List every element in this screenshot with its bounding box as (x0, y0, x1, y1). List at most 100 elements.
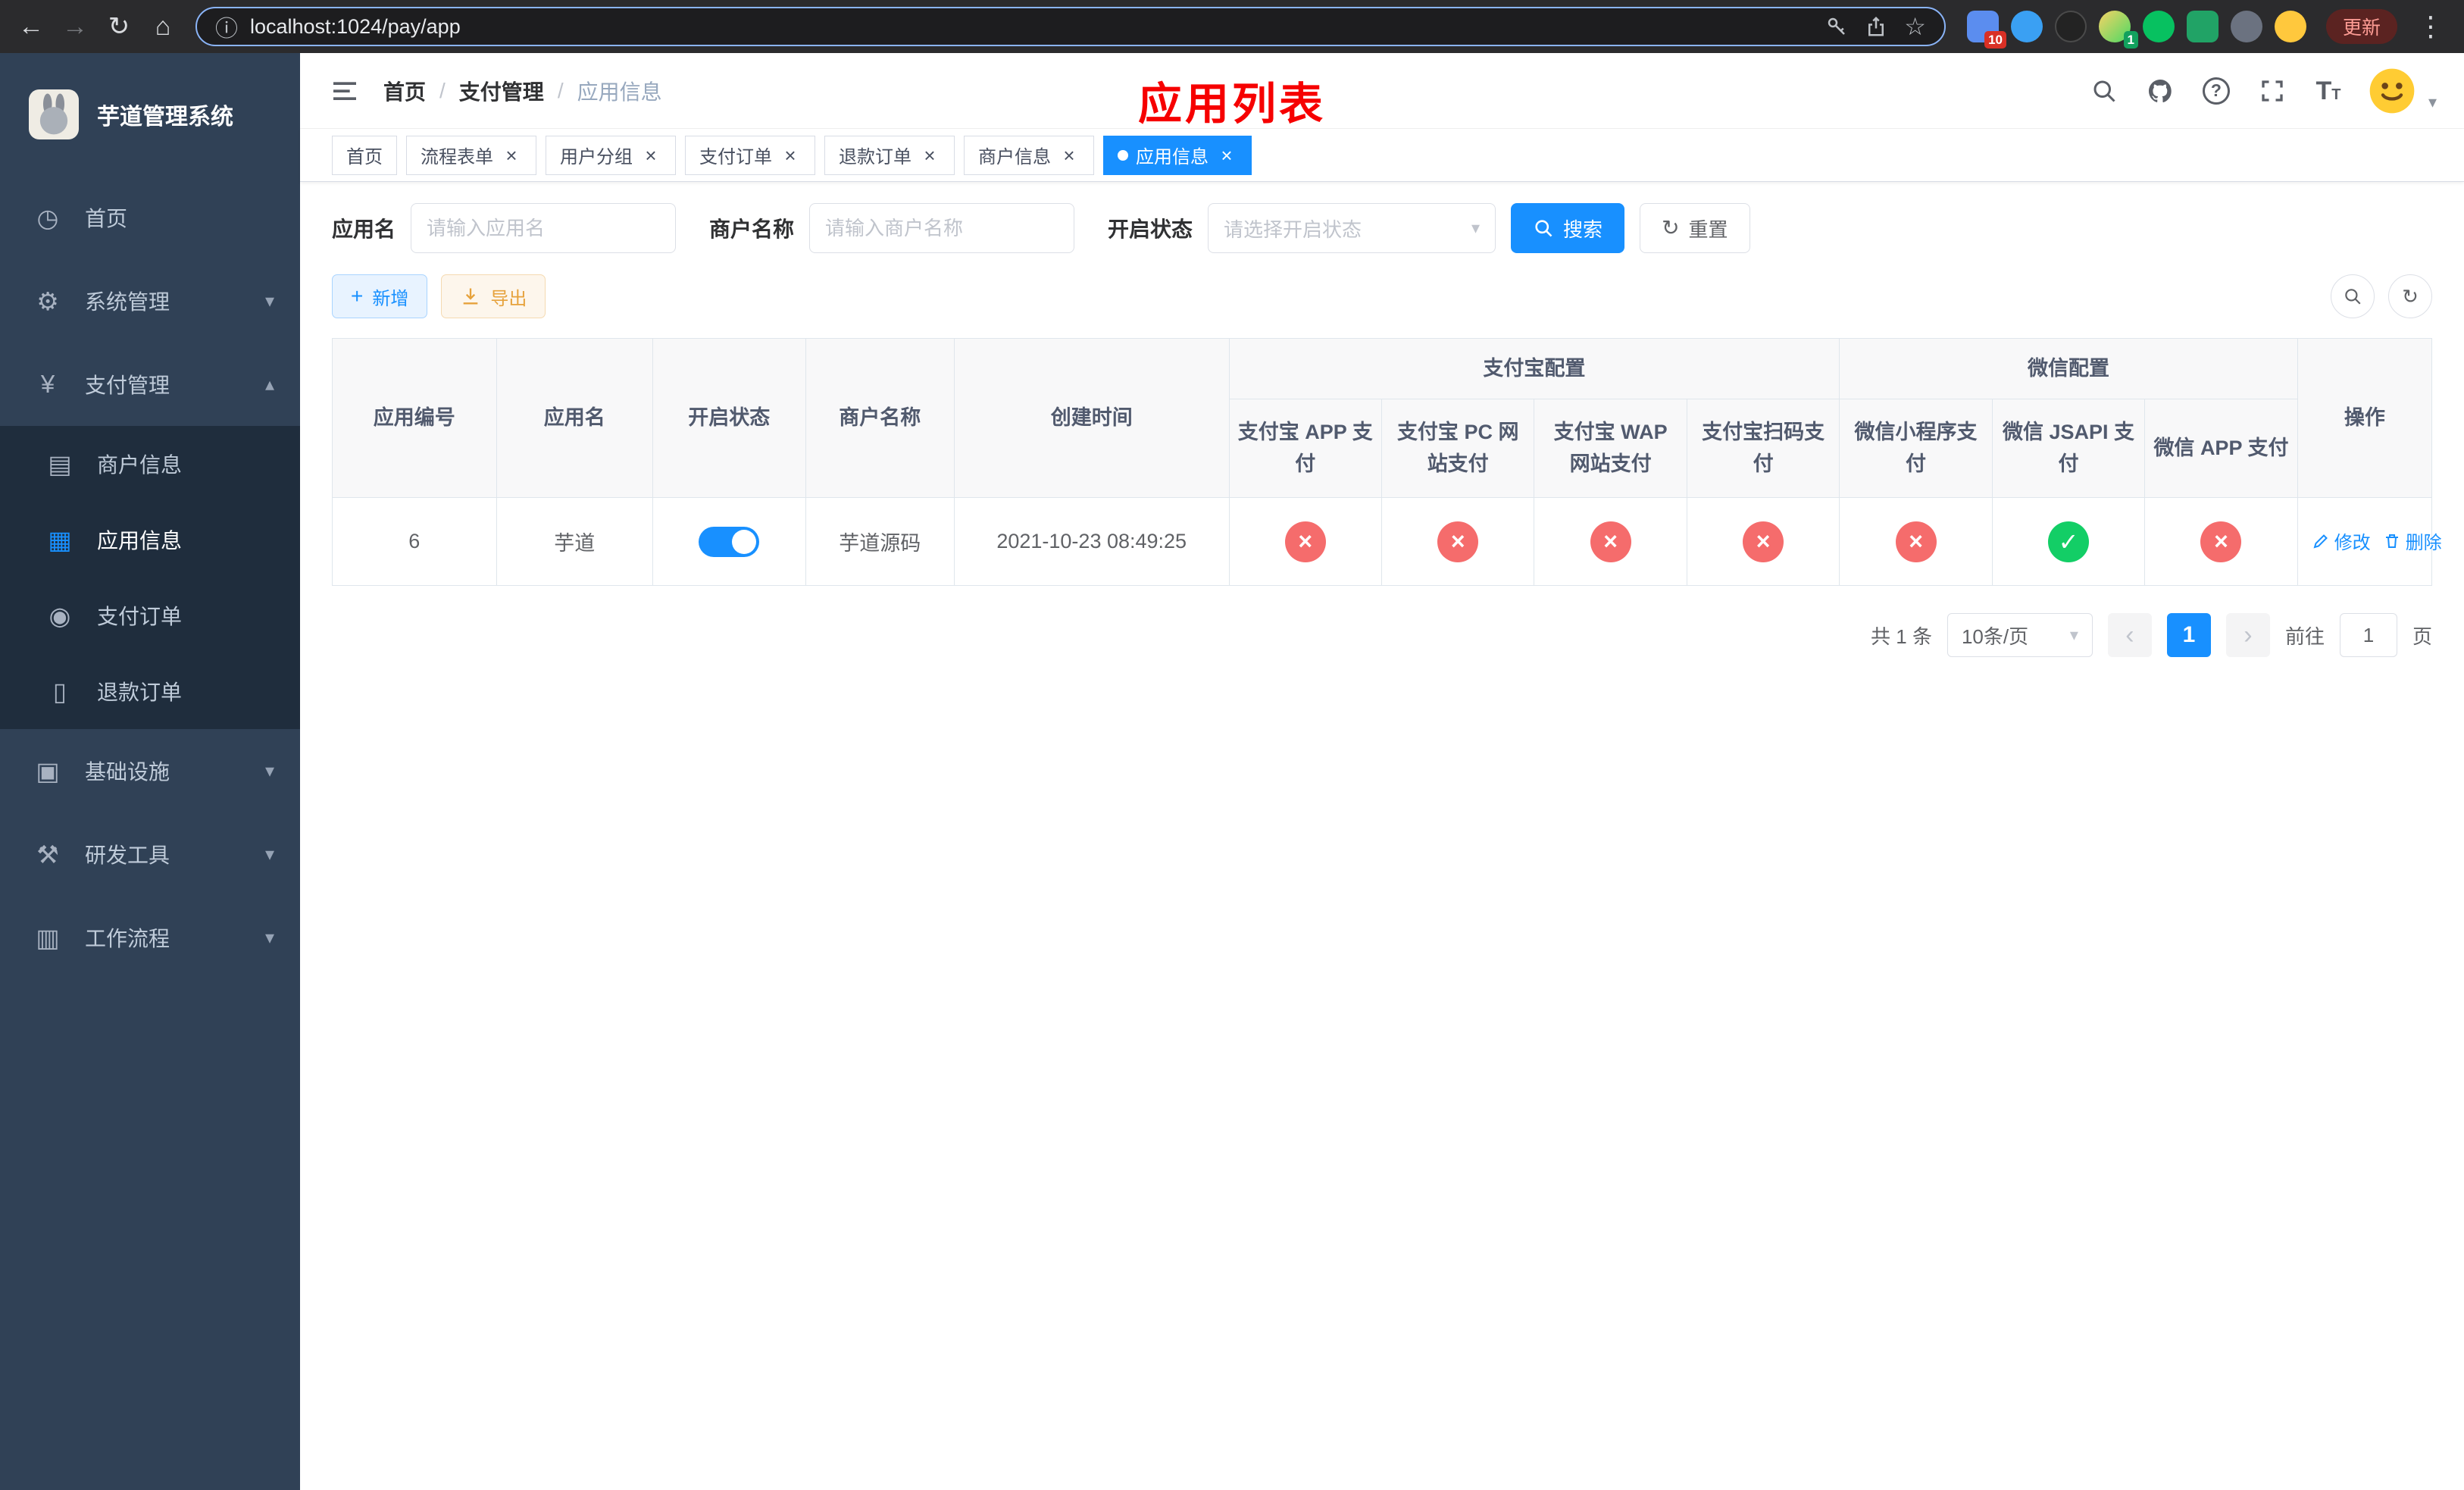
breadcrumb: 首页 / 支付管理 / 应用信息 (383, 76, 662, 106)
sidebar-subitem-merchant-info[interactable]: ▤ 商户信息 (0, 426, 300, 502)
extension-icon[interactable] (2010, 11, 2043, 42)
extension-icon[interactable] (2186, 11, 2219, 42)
extension-icon[interactable]: 10 (1966, 11, 2006, 49)
home-icon[interactable]: ⌂ (142, 6, 183, 47)
yen-icon: ¥ (40, 370, 55, 398)
logo-avatar (29, 89, 79, 139)
avatar[interactable] (2368, 67, 2416, 115)
tab-home[interactable]: 首页 (332, 135, 397, 175)
help-icon[interactable]: ? (2200, 74, 2233, 108)
tab-refund-order[interactable]: 退款订单 × (824, 135, 955, 175)
close-icon[interactable]: × (1216, 145, 1237, 166)
close-icon[interactable]: × (640, 145, 661, 166)
cell-created: 2021-10-23 08:49:25 (953, 497, 1230, 586)
extension-icon[interactable] (2142, 11, 2175, 42)
toggle-search-button[interactable] (2331, 274, 2375, 318)
tab-pay-order[interactable]: 支付订单 × (685, 135, 815, 175)
sidebar-subitem-refund-order[interactable]: ▯ 退款订单 (0, 653, 300, 729)
site-info-icon[interactable]: ⓘ (215, 10, 238, 43)
page-1-button[interactable]: 1 (2166, 613, 2211, 657)
hamburger-icon[interactable] (327, 74, 362, 108)
share-icon[interactable] (1865, 15, 1887, 38)
merchant-name-input[interactable] (809, 203, 1075, 253)
forward-icon[interactable]: → (55, 6, 95, 47)
browser-update-button[interactable]: 更新 (2325, 9, 2397, 44)
refresh-table-button[interactable]: ↻ (2388, 274, 2432, 318)
merchant-name-label: 商户名称 (709, 218, 795, 241)
reload-icon[interactable]: ↻ (98, 6, 139, 47)
prev-page-button[interactable]: ‹ (2107, 613, 2152, 657)
fullscreen-icon[interactable] (2256, 74, 2289, 108)
sidebar-item-home[interactable]: ◷ 首页 (0, 176, 300, 259)
reset-button[interactable]: ↻ 重置 (1640, 203, 1750, 253)
col-header-wechat-mini: 微信小程序支付 (1839, 399, 1993, 498)
breadcrumb-home[interactable]: 首页 (383, 76, 426, 106)
col-header-created: 创建时间 (953, 338, 1230, 498)
breadcrumb-payment[interactable]: 支付管理 (459, 76, 544, 106)
sidebar-item-system-management[interactable]: ⚙ 系统管理 ▾ (0, 259, 300, 343)
delete-link[interactable]: 删除 (2383, 527, 2442, 554)
col-header-alipay-qr: 支付宝扫码支付 (1686, 399, 1840, 498)
app-table: 应用编号 应用名 开启状态 商户名称 创建时间 支付宝配置 微信配置 操作 支付… (332, 338, 2442, 586)
chevron-down-icon: ▾ (264, 844, 274, 865)
workflow-icon: ▥ (36, 923, 60, 952)
chevron-up-icon: ▴ (264, 374, 274, 395)
sidebar-subitem-pay-order[interactable]: ◉ 支付订单 (0, 578, 300, 653)
tab-merchant-info[interactable]: 商户信息 × (964, 135, 1094, 175)
close-icon[interactable]: × (1058, 145, 1080, 166)
browser-menu-icon[interactable]: ⋮ (2408, 11, 2453, 42)
goto-label: 前往 (2284, 624, 2325, 648)
alipay-qr-status-icon (1743, 521, 1784, 562)
status-select[interactable]: 请选择开启状态 ▾ (1208, 203, 1496, 253)
search-icon[interactable] (2087, 74, 2121, 108)
breadcrumb-current: 应用信息 (577, 80, 662, 104)
close-icon[interactable]: × (919, 145, 940, 166)
alipay-wap-status-icon (1590, 521, 1631, 562)
close-icon[interactable]: × (501, 145, 522, 166)
col-header-app-id: 应用编号 (332, 338, 497, 498)
app-name-input[interactable] (411, 203, 677, 253)
sidebar-item-payment-management[interactable]: ¥ 支付管理 ▴ (0, 343, 300, 426)
page-size-select[interactable]: 10条/页 ▾ (1946, 613, 2093, 657)
tab-user-group[interactable]: 用户分组 × (546, 135, 676, 175)
group-header-alipay: 支付宝配置 (1228, 338, 1840, 399)
github-icon[interactable] (2143, 74, 2177, 108)
sidebar: 芋道管理系统 ◷ 首页 ⚙ 系统管理 ▾ ¥ 支付管理 ▴ ▤ 商户信息 ▦ 应… (0, 53, 300, 1490)
devtools-icon: ⚒ (36, 840, 59, 869)
sidebar-item-infrastructure[interactable]: ▣ 基础设施 ▾ (0, 729, 300, 812)
extension-badge: 1 (2123, 31, 2138, 49)
font-size-icon[interactable]: TT (2312, 74, 2345, 108)
top-navbar: 首页 / 支付管理 / 应用信息 ? TT ▾ (300, 53, 2464, 129)
sidebar-logo[interactable]: 芋道管理系统 (0, 53, 300, 176)
cell-app-id: 6 (332, 497, 497, 586)
close-icon[interactable]: × (780, 145, 801, 166)
extension-icon[interactable] (2230, 11, 2262, 42)
extension-icon[interactable]: 1 (2098, 11, 2138, 49)
sidebar-subitem-app-info[interactable]: ▦ 应用信息 (0, 502, 300, 578)
extension-icon[interactable] (2274, 11, 2306, 42)
sidebar-item-workflow[interactable]: ▥ 工作流程 ▾ (0, 896, 300, 979)
status-toggle[interactable] (699, 526, 760, 557)
edit-link[interactable]: 修改 (2312, 527, 2371, 554)
tab-app-info[interactable]: 应用信息 × (1103, 135, 1252, 175)
back-icon[interactable]: ← (11, 6, 52, 47)
goto-page-input[interactable] (2339, 613, 2397, 657)
avatar-caret-icon[interactable]: ▾ (2428, 92, 2437, 115)
navbar-actions: ? TT ▾ (2087, 67, 2437, 115)
sidebar-item-dev-tools[interactable]: ⚒ 研发工具 ▾ (0, 812, 300, 896)
wechat-jsapi-status-icon (2048, 521, 2089, 562)
add-button[interactable]: + 新增 (332, 274, 428, 318)
tab-flow-form[interactable]: 流程表单 × (406, 135, 536, 175)
export-button[interactable]: 导出 (441, 274, 546, 318)
bookmark-star-icon[interactable]: ☆ (1904, 12, 1926, 41)
password-key-icon[interactable] (1825, 15, 1848, 38)
search-button[interactable]: 搜索 (1511, 203, 1625, 253)
page-title-annotation: 应用列表 (1137, 80, 1327, 129)
next-page-button[interactable]: › (2225, 613, 2270, 657)
col-header-wechat-jsapi: 微信 JSAPI 支付 (1991, 399, 2146, 498)
address-bar[interactable]: ⓘ localhost:1024/pay/app ☆ (195, 7, 1946, 46)
wechat-app-status-icon (2200, 521, 2242, 562)
extension-badge: 10 (1984, 31, 2006, 49)
extension-icon[interactable] (2054, 11, 2087, 42)
col-header-merchant: 商户名称 (805, 338, 955, 498)
